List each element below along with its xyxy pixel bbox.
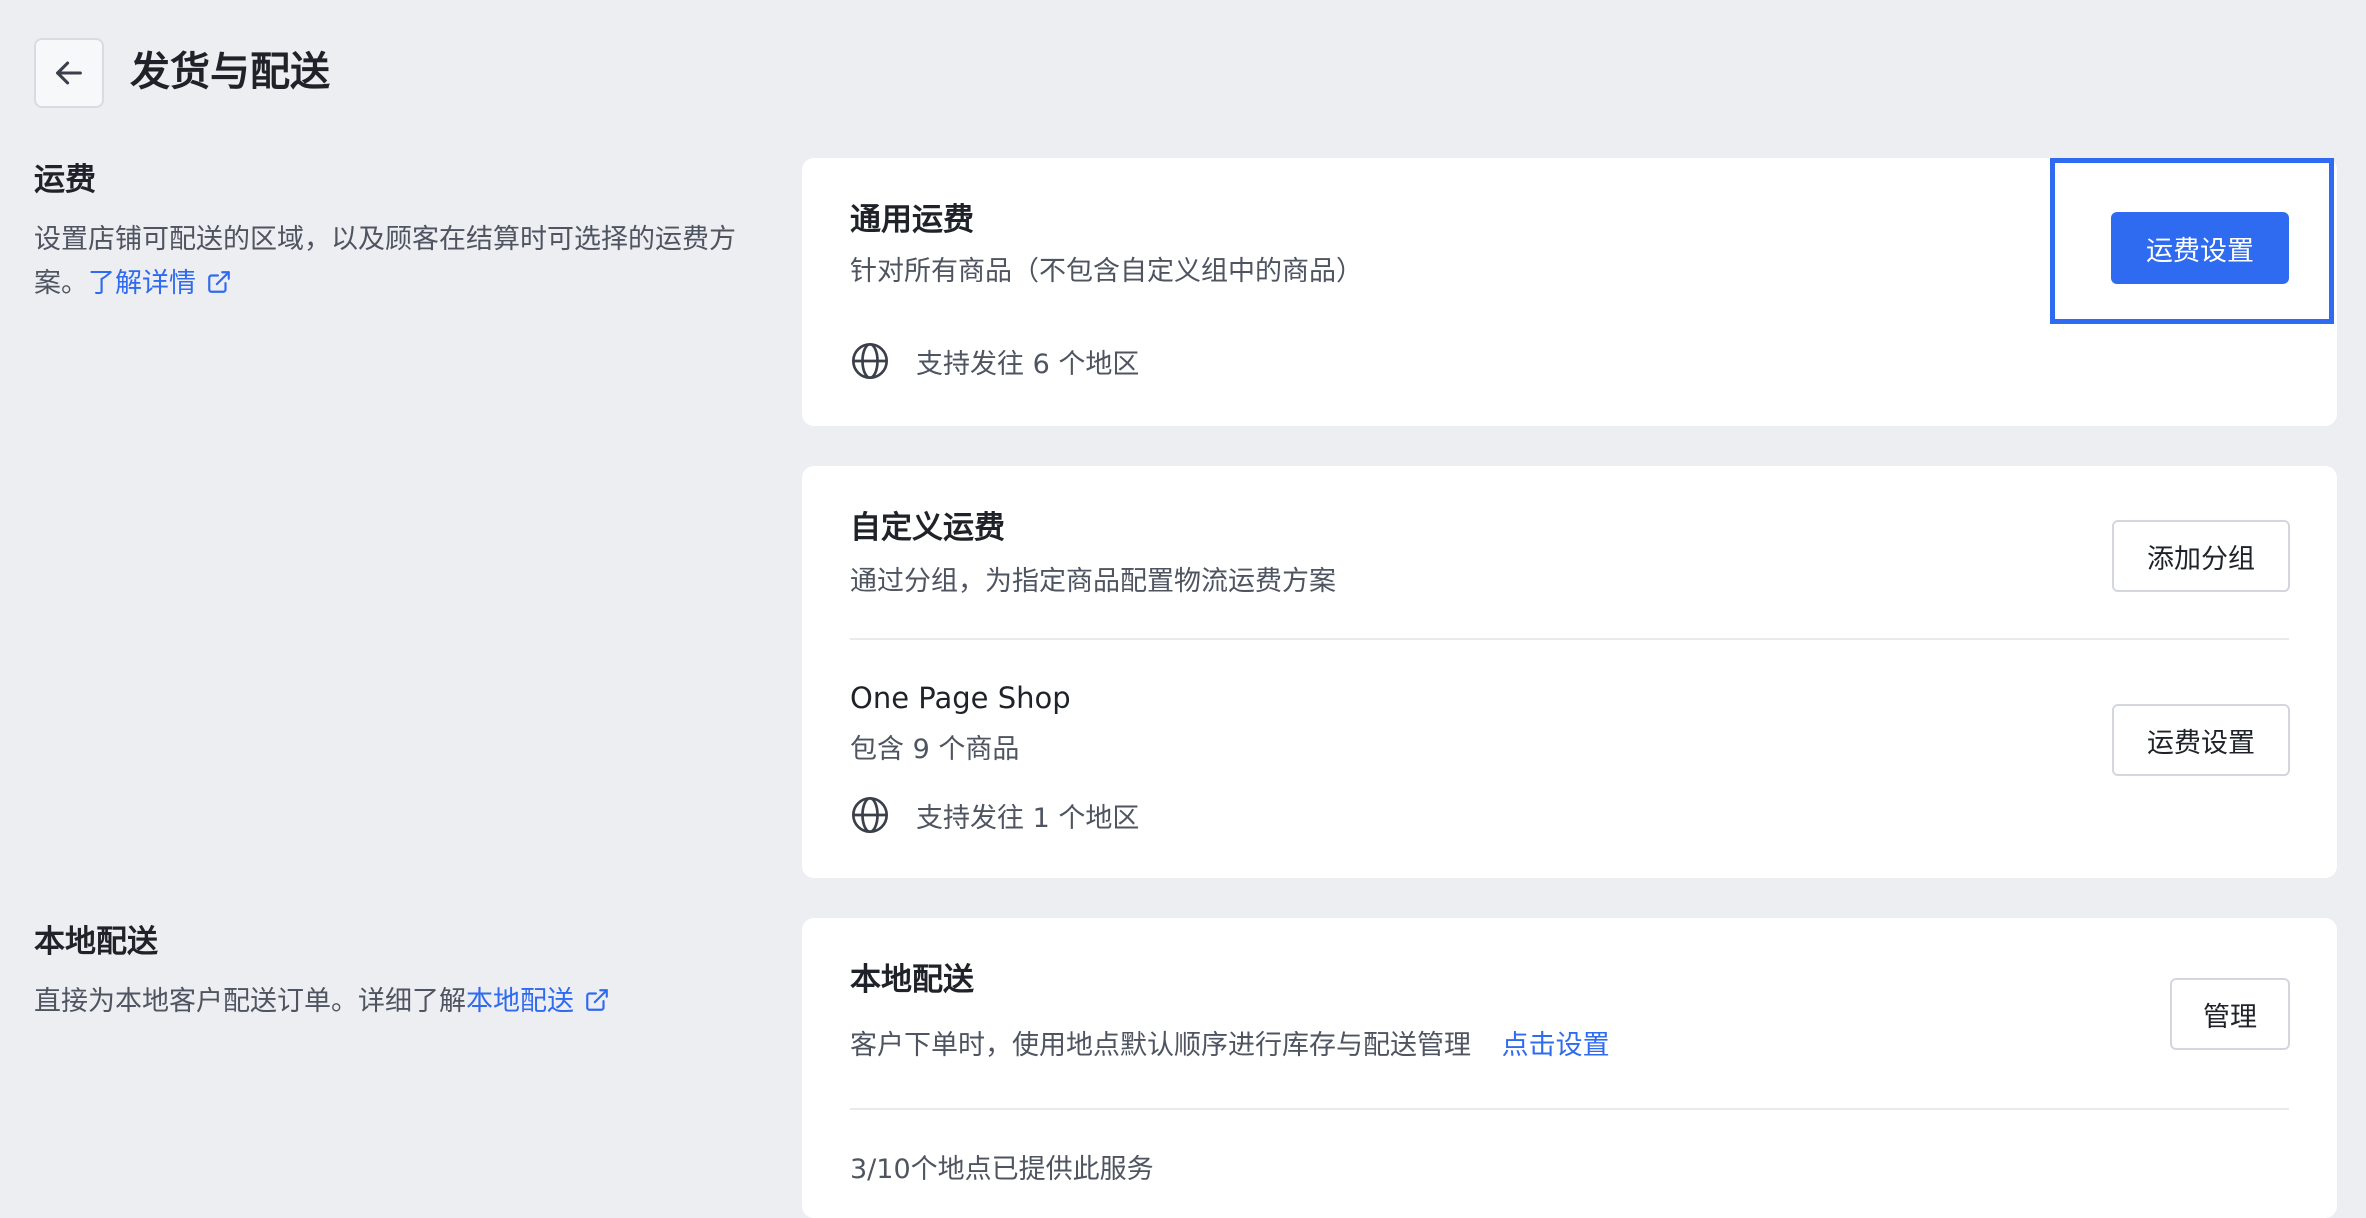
general-shipping-subtitle: 针对所有商品（不包含自定义组中的商品） <box>850 256 1363 287</box>
learn-more-link[interactable]: 了解详情 <box>88 268 232 299</box>
local-delivery-status: 3/10个地点已提供此服务 <box>850 1154 1154 1185</box>
highlight-frame <box>2050 158 2334 324</box>
custom-shipping-subtitle: 通过分组，为指定商品配置物流运费方案 <box>850 566 1336 597</box>
local-delivery-card: 本地配送 客户下单时，使用地点默认顺序进行库存与配送管理 点击设置 管理 3/1… <box>802 918 2337 1218</box>
general-shipping-title: 通用运费 <box>850 202 974 238</box>
divider <box>850 638 2289 640</box>
shipping-section-title: 运费 <box>34 162 96 198</box>
local-delivery-subtitle: 客户下单时，使用地点默认顺序进行库存与配送管理 <box>850 1030 1471 1061</box>
local-description-text: 直接为本地客户配送订单。详细了解 <box>34 986 466 1017</box>
globe-icon <box>852 343 888 379</box>
back-button[interactable] <box>34 38 104 108</box>
group-shipping-settings-button[interactable]: 运费设置 <box>2112 704 2290 776</box>
local-delivery-link[interactable]: 本地配送 <box>466 986 610 1017</box>
group-product-count: 包含 9 个商品 <box>850 734 1020 765</box>
local-section-description: 直接为本地客户配送订单。详细了解本地配送 <box>34 980 754 1024</box>
learn-more-link-label: 了解详情 <box>88 268 196 299</box>
custom-shipping-card: 自定义运费 通过分组，为指定商品配置物流运费方案 添加分组 One Page S… <box>802 466 2337 878</box>
divider <box>850 1108 2289 1110</box>
shipping-section-description: 设置店铺可配送的区域，以及顾客在结算时可选择的运费方案。了解详情 <box>34 218 754 306</box>
local-delivery-link-label: 本地配送 <box>466 986 574 1017</box>
external-link-icon <box>208 271 230 293</box>
general-shipping-regions-text: 支持发往 6 个地区 <box>916 348 1140 380</box>
manage-button[interactable]: 管理 <box>2170 978 2290 1050</box>
arrow-left-icon <box>56 61 82 85</box>
add-group-button[interactable]: 添加分组 <box>2112 520 2290 592</box>
group-name: One Page Shop <box>850 681 1071 715</box>
custom-shipping-title: 自定义运费 <box>850 510 1005 546</box>
globe-icon <box>852 797 888 833</box>
group-regions-text: 支持发往 1 个地区 <box>916 802 1140 834</box>
local-section-title: 本地配送 <box>34 924 158 960</box>
local-delivery-title: 本地配送 <box>850 962 974 998</box>
local-delivery-subtitle-row: 客户下单时，使用地点默认顺序进行库存与配送管理 点击设置 <box>850 1026 1610 1066</box>
page-title: 发货与配送 <box>130 49 330 95</box>
click-settings-link[interactable]: 点击设置 <box>1502 1030 1610 1061</box>
general-shipping-regions: 支持发往 6 个地区 <box>850 338 1139 384</box>
group-regions: 支持发往 1 个地区 <box>850 792 1139 838</box>
external-link-icon <box>586 989 608 1011</box>
